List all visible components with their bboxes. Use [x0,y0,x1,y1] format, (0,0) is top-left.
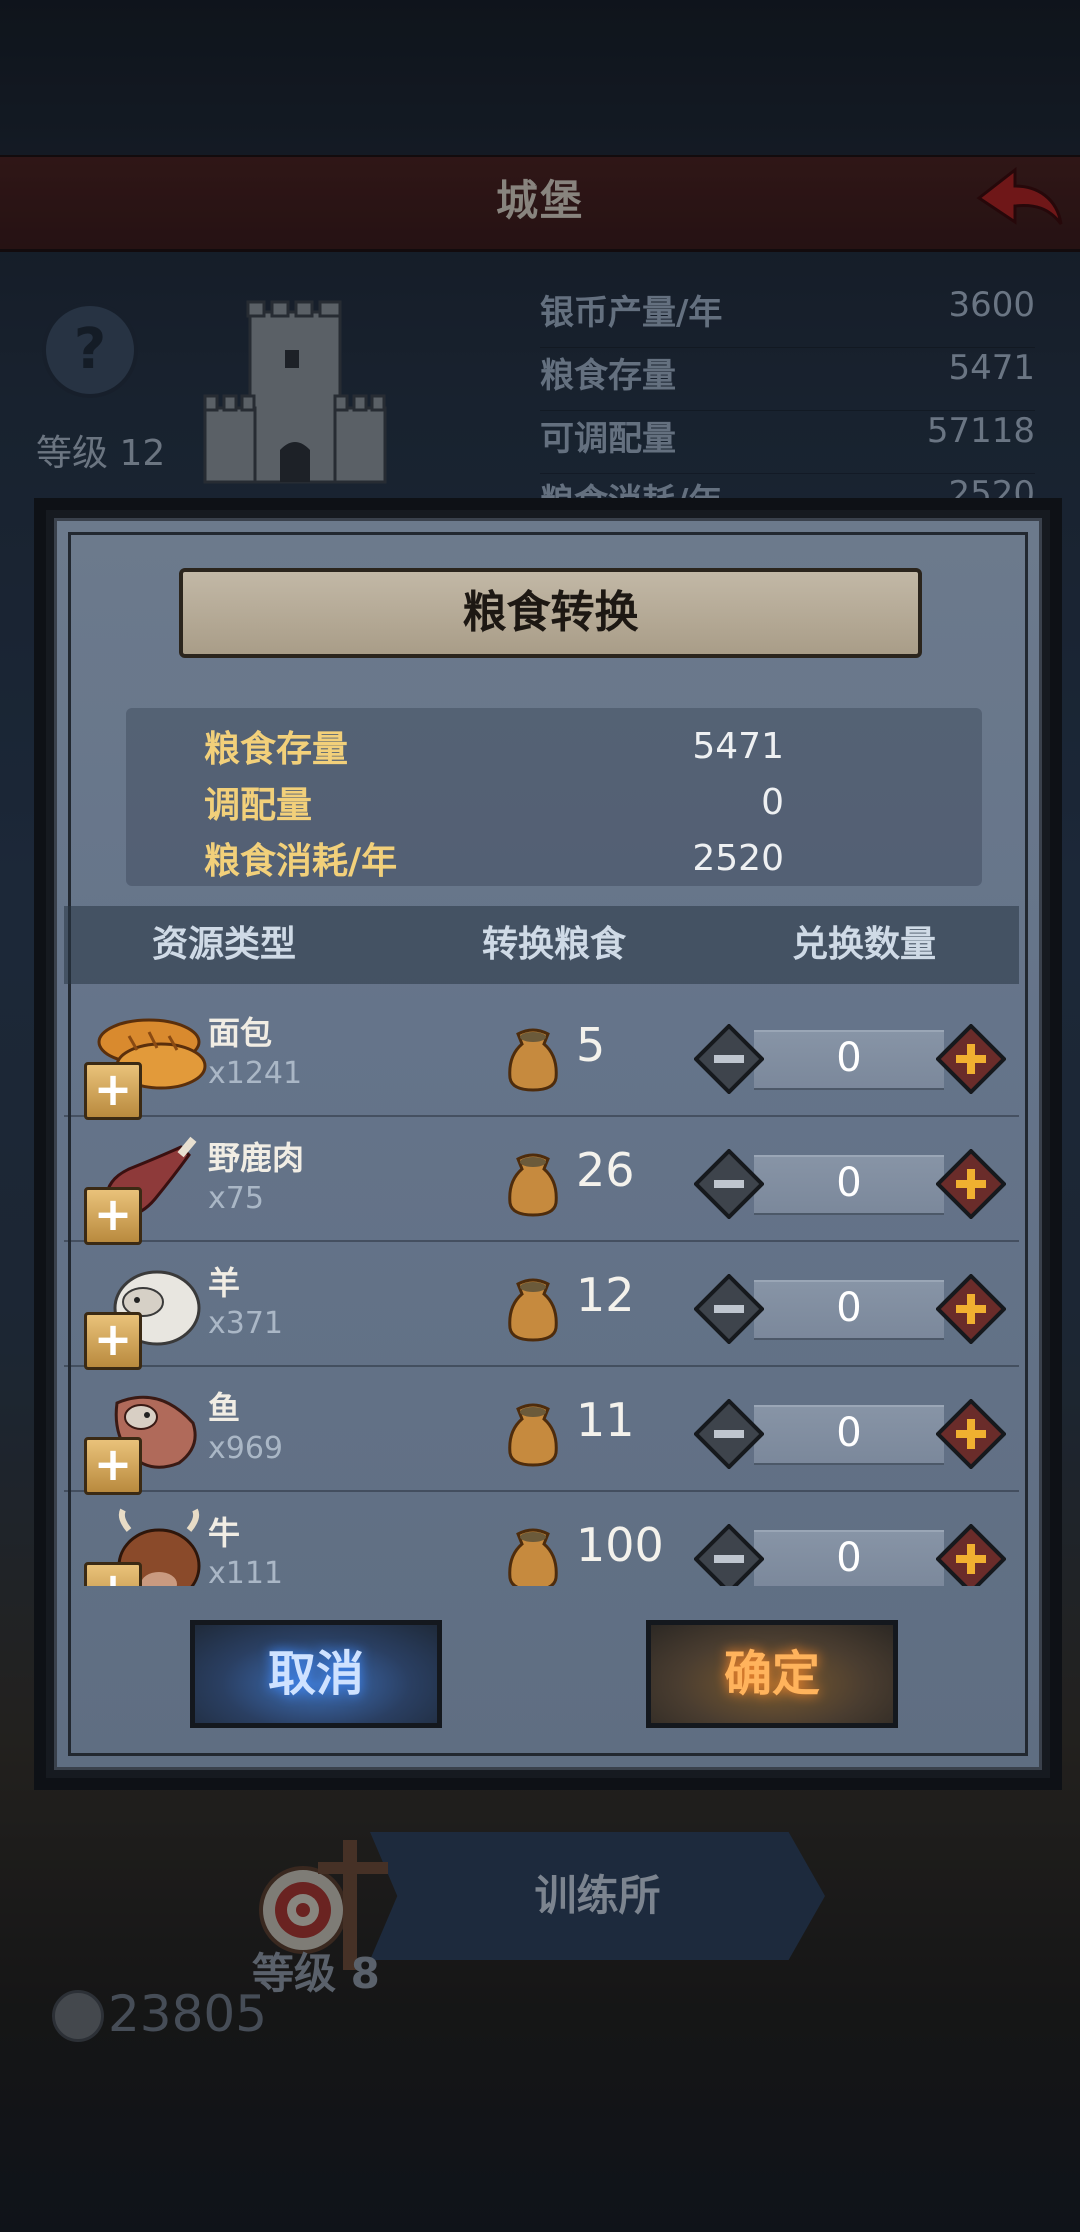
summary-value: 5471 [692,725,784,767]
item-count: x75 [208,1181,264,1216]
grain-sack-icon [508,1153,558,1217]
add-resource-button[interactable]: + [84,1437,142,1495]
column-exchange-amount: 兑换数量 [791,924,936,965]
summary-label: 调配量 [204,785,313,826]
plus-button[interactable] [936,1274,1006,1344]
cancel-button[interactable]: 取消 [190,1620,442,1728]
minus-button[interactable] [694,1399,764,1469]
convert-value: 100 [576,1518,664,1572]
convert-value: 5 [576,1018,606,1072]
item-name: 野鹿肉 [208,1139,305,1177]
grain-sack-icon [508,1278,558,1342]
summary-row: 粮食存量 5471 [204,718,784,774]
quantity-value: 0 [836,1160,862,1206]
plus-button[interactable] [936,1024,1006,1094]
summary-row: 粮食消耗/年 2520 [204,830,784,886]
list-item: + 羊 x371 12 0 [64,1240,1019,1370]
quantity-value: 0 [836,1285,862,1331]
list-item: + 野鹿肉 x75 26 0 [64,1115,1019,1245]
item-count: x1241 [208,1056,303,1091]
list-item: + 面包 x1241 5 0 [64,990,1019,1120]
add-resource-button[interactable]: + [84,1312,142,1370]
column-header: 资源类型 转换粮食 兑换数量 [64,906,1019,984]
summary-label: 粮食存量 [204,729,349,770]
column-convert-food: 转换粮食 [481,924,626,965]
minus-button[interactable] [694,1149,764,1219]
minus-button[interactable] [694,1274,764,1344]
add-resource-button[interactable]: + [84,1187,142,1245]
convert-value: 12 [576,1268,635,1322]
quantity-value: 0 [836,1535,862,1581]
item-name: 牛 [208,1514,241,1552]
plus-button[interactable] [936,1149,1006,1219]
dialog-title: 粮食转换 [462,587,639,638]
list-item: + 鱼 x969 11 0 [64,1365,1019,1495]
resource-list[interactable]: + 面包 x1241 5 0 + 野鹿肉 x75 26 0 + 羊 x371 1… [64,990,1019,1586]
add-resource-button[interactable]: + [84,1562,142,1586]
item-count: x371 [208,1306,284,1341]
summary-value: 2520 [692,837,784,879]
quantity-value: 0 [836,1035,862,1081]
convert-value: 11 [576,1393,635,1447]
summary-row: 调配量 0 [204,774,784,830]
item-name: 面包 [208,1014,273,1052]
item-name: 鱼 [208,1389,241,1427]
convert-value: 26 [576,1143,635,1197]
item-name: 羊 [208,1264,241,1302]
item-count: x969 [208,1431,284,1466]
minus-button[interactable] [694,1024,764,1094]
food-conversion-dialog: 粮食转换 粮食存量 5471 调配量 0 粮食消耗/年 2520 资源类型 转换粮食 … [46,510,1050,1778]
confirm-button[interactable]: 确定 [646,1620,898,1728]
grain-sack-icon [508,1403,558,1467]
grain-sack-icon [508,1528,558,1586]
grain-sack-icon [508,1028,558,1092]
column-resource-type: 资源类型 [151,924,296,965]
add-resource-button[interactable]: + [84,1062,142,1120]
summary-value: 0 [761,781,784,823]
plus-button[interactable] [936,1399,1006,1469]
quantity-value: 0 [836,1410,862,1456]
summary-label: 粮食消耗/年 [204,841,398,882]
list-item: + 牛 x111 100 0 [64,1490,1019,1586]
item-count: x111 [208,1556,284,1586]
minus-button[interactable] [694,1524,764,1586]
plus-button[interactable] [936,1524,1006,1586]
